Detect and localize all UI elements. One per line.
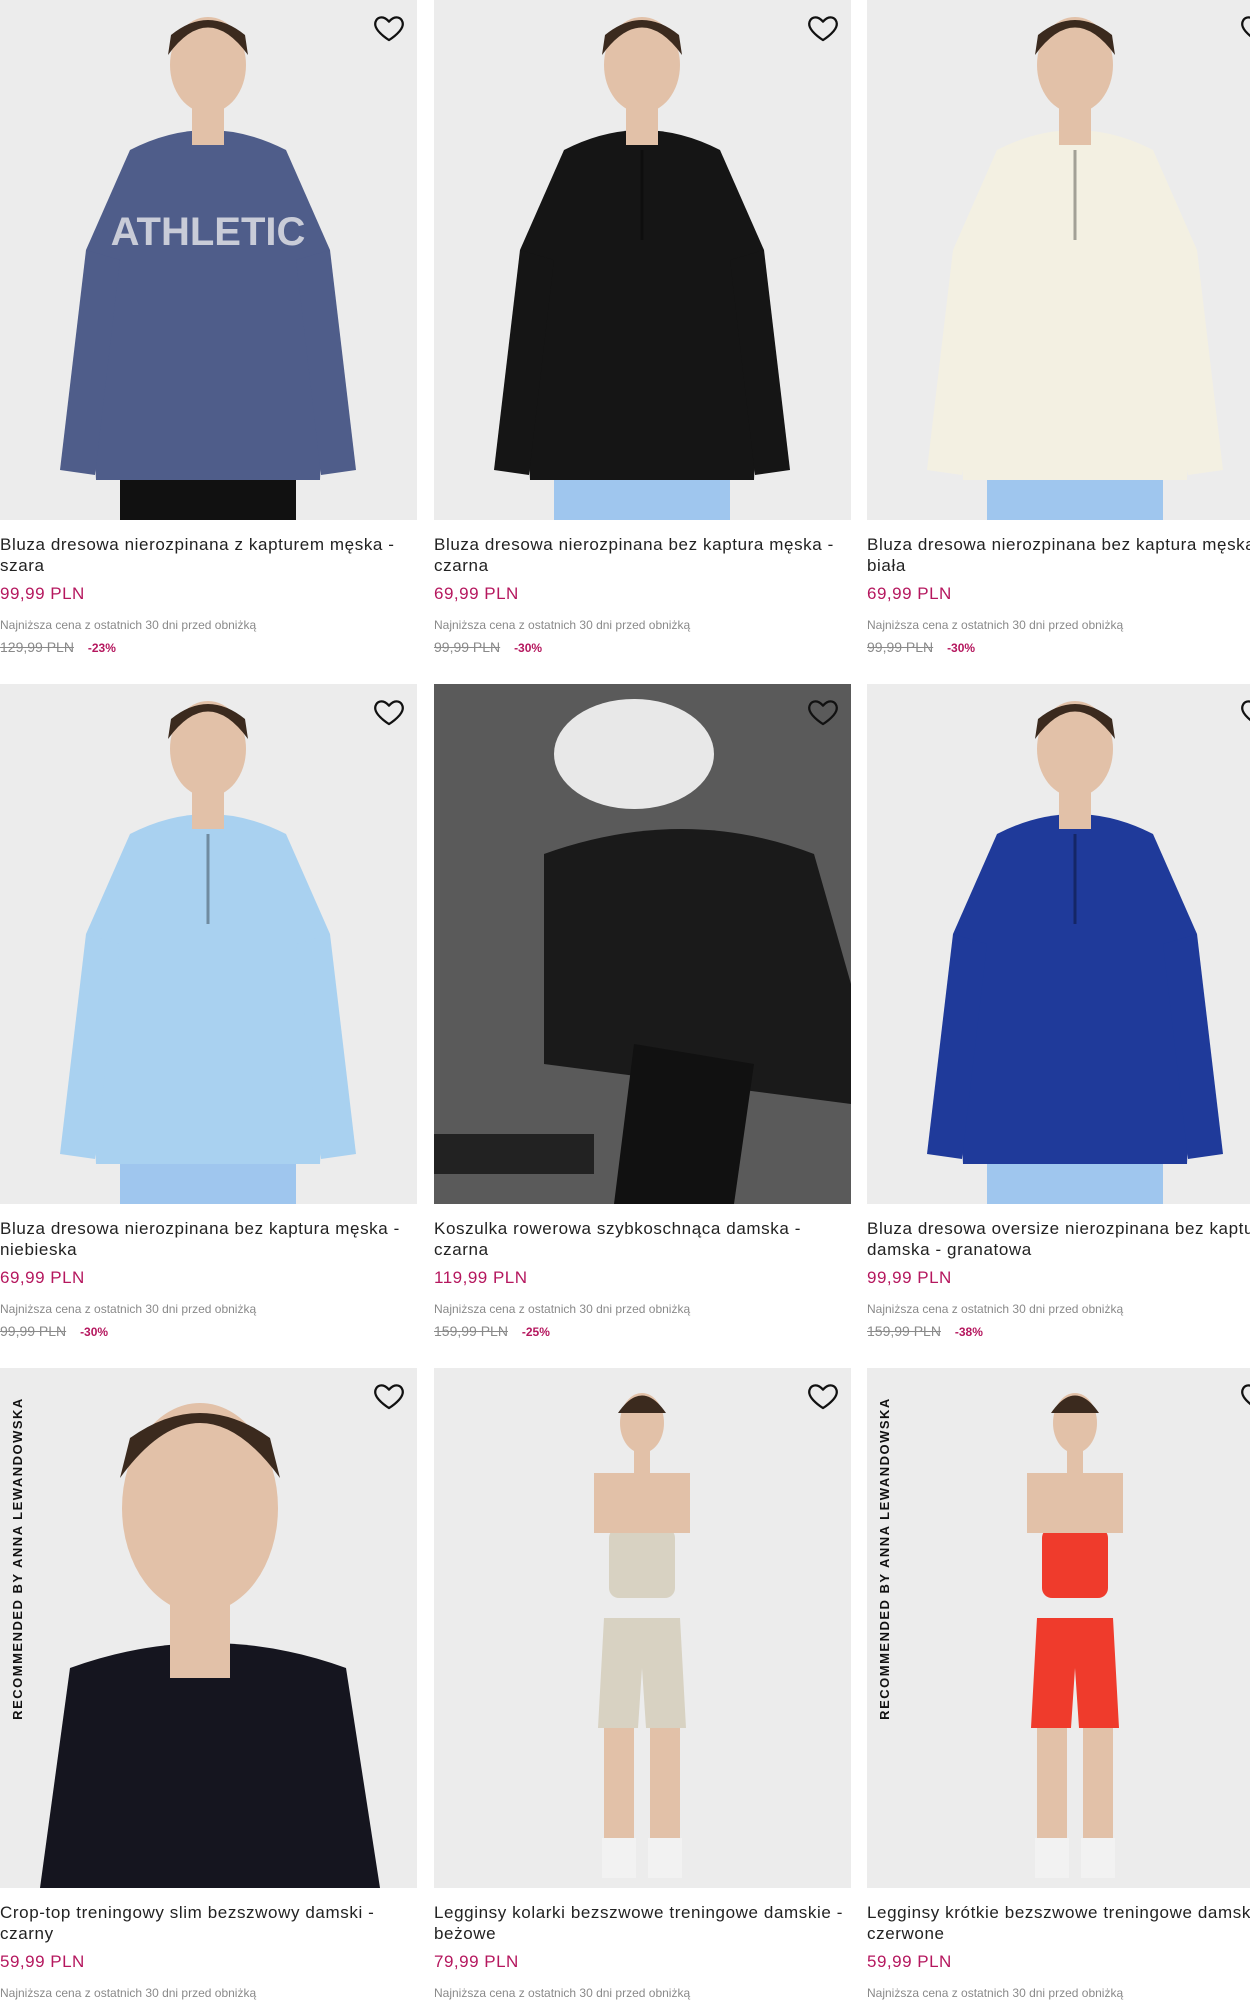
old-price: 99,99 PLN bbox=[867, 639, 934, 655]
old-price-row: 129,99 PLN -23% bbox=[0, 639, 417, 655]
heart-icon[interactable] bbox=[805, 1378, 841, 1414]
old-price-row: 159,99 PLN -25% bbox=[434, 1323, 851, 1339]
product-card[interactable]: Bluza dresowa nierozpinana bez kaptura m… bbox=[867, 0, 1250, 655]
product-image[interactable]: ATHLETIC bbox=[0, 0, 417, 520]
product-title[interactable]: Legginsy kolarki bezszwowe treningowe da… bbox=[434, 1902, 851, 1944]
lowest-price-label: Najniższa cena z ostatnich 30 dni przed … bbox=[434, 618, 691, 632]
discount-badge: -38% bbox=[954, 1325, 983, 1339]
lowest-price-label: Najniższa cena z ostatnich 30 dni przed … bbox=[867, 1302, 1124, 1316]
heart-icon[interactable] bbox=[1238, 694, 1250, 730]
product-image[interactable] bbox=[867, 0, 1250, 520]
product-price: 119,99 PLN bbox=[434, 1268, 528, 1287]
product-card[interactable]: ATHLETIC Bluza dresowa nierozpinana z ka… bbox=[0, 0, 417, 655]
product-card[interactable]: Bluza dresowa nierozpinana bez kaptura m… bbox=[0, 684, 417, 1339]
discount-badge: -23% bbox=[87, 641, 116, 655]
product-card[interactable]: Koszulka rowerowa szybkoschnąca damska -… bbox=[434, 684, 851, 1339]
product-title[interactable]: Legginsy krótkie bezszwowe treningowe da… bbox=[867, 1902, 1250, 1944]
old-price-row: 99,99 PLN -30% bbox=[867, 639, 1250, 655]
old-price: 99,99 PLN bbox=[434, 639, 501, 655]
old-price-row: 159,99 PLN -38% bbox=[867, 1323, 1250, 1339]
old-price: 99,99 PLN bbox=[0, 1323, 67, 1339]
product-title[interactable]: Bluza dresowa nierozpinana bez kaptura m… bbox=[867, 534, 1250, 576]
product-price: 69,99 PLN bbox=[434, 584, 519, 603]
heart-icon[interactable] bbox=[805, 10, 841, 46]
product-title[interactable]: Koszulka rowerowa szybkoschnąca damska -… bbox=[434, 1218, 851, 1260]
old-price: 129,99 PLN bbox=[0, 639, 74, 655]
product-price: 69,99 PLN bbox=[0, 1268, 85, 1287]
lowest-price-label: Najniższa cena z ostatnich 30 dni przed … bbox=[434, 1986, 691, 2000]
heart-icon[interactable] bbox=[371, 10, 407, 46]
product-price: 99,99 PLN bbox=[867, 1268, 952, 1287]
heart-icon[interactable] bbox=[805, 694, 841, 730]
product-title[interactable]: Bluza dresowa nierozpinana bez kaptura m… bbox=[434, 534, 851, 576]
lowest-price-label: Najniższa cena z ostatnich 30 dni przed … bbox=[434, 1302, 691, 1316]
heart-icon[interactable] bbox=[1238, 10, 1250, 46]
product-card[interactable]: Bluza dresowa oversize nierozpinana bez … bbox=[867, 684, 1250, 1339]
product-image[interactable]: RECOMMENDED BY ANNA LEWANDOWSKA bbox=[0, 1368, 417, 1888]
discount-badge: -30% bbox=[80, 1325, 109, 1339]
product-card[interactable]: Bluza dresowa nierozpinana bez kaptura m… bbox=[434, 0, 851, 655]
product-image[interactable] bbox=[434, 1368, 851, 1888]
product-image[interactable] bbox=[0, 684, 417, 1204]
product-image[interactable]: RECOMMENDED BY ANNA LEWANDOWSKA bbox=[867, 1368, 1250, 1888]
recommended-badge: RECOMMENDED BY ANNA LEWANDOWSKA bbox=[876, 1397, 892, 1720]
product-image[interactable] bbox=[434, 684, 851, 1204]
old-price-row: 99,99 PLN -30% bbox=[0, 1323, 417, 1339]
product-title[interactable]: Bluza dresowa nierozpinana bez kaptura m… bbox=[0, 1218, 417, 1260]
heart-icon[interactable] bbox=[371, 694, 407, 730]
product-price: 59,99 PLN bbox=[867, 1952, 952, 1971]
product-price: 69,99 PLN bbox=[867, 584, 952, 603]
product-card[interactable]: Legginsy kolarki bezszwowe treningowe da… bbox=[434, 1368, 851, 2000]
product-image[interactable] bbox=[867, 684, 1250, 1204]
product-price: 99,99 PLN bbox=[0, 584, 85, 603]
product-image[interactable] bbox=[434, 0, 851, 520]
lowest-price-label: Najniższa cena z ostatnich 30 dni przed … bbox=[867, 1986, 1124, 2000]
lowest-price-label: Najniższa cena z ostatnich 30 dni przed … bbox=[867, 618, 1124, 632]
old-price-row: 99,99 PLN -30% bbox=[434, 639, 851, 655]
product-price: 59,99 PLN bbox=[0, 1952, 85, 1971]
lowest-price-label: Najniższa cena z ostatnich 30 dni przed … bbox=[0, 1302, 257, 1316]
discount-badge: -30% bbox=[947, 641, 976, 655]
discount-badge: -30% bbox=[514, 641, 543, 655]
product-card[interactable]: RECOMMENDED BY ANNA LEWANDOWSKA Crop-top… bbox=[0, 1368, 417, 2000]
product-card[interactable]: RECOMMENDED BY ANNA LEWANDOWSKA Legginsy… bbox=[867, 1368, 1250, 2000]
product-title[interactable]: Bluza dresowa oversize nierozpinana bez … bbox=[867, 1218, 1250, 1260]
product-grid: ATHLETIC Bluza dresowa nierozpinana z ka… bbox=[0, 0, 1250, 2014]
product-title[interactable]: Crop-top treningowy slim bezszwowy damsk… bbox=[0, 1902, 417, 1944]
heart-icon[interactable] bbox=[1238, 1378, 1250, 1414]
lowest-price-label: Najniższa cena z ostatnich 30 dni przed … bbox=[0, 1986, 257, 2000]
product-price: 79,99 PLN bbox=[434, 1952, 519, 1971]
svg-text:ATHLETIC: ATHLETIC bbox=[111, 210, 306, 254]
old-price: 159,99 PLN bbox=[867, 1323, 941, 1339]
recommended-badge: RECOMMENDED BY ANNA LEWANDOWSKA bbox=[9, 1397, 25, 1720]
product-title[interactable]: Bluza dresowa nierozpinana z kapturem mę… bbox=[0, 534, 417, 576]
heart-icon[interactable] bbox=[371, 1378, 407, 1414]
old-price: 159,99 PLN bbox=[434, 1323, 508, 1339]
lowest-price-label: Najniższa cena z ostatnich 30 dni przed … bbox=[0, 618, 257, 632]
discount-badge: -25% bbox=[521, 1325, 550, 1339]
